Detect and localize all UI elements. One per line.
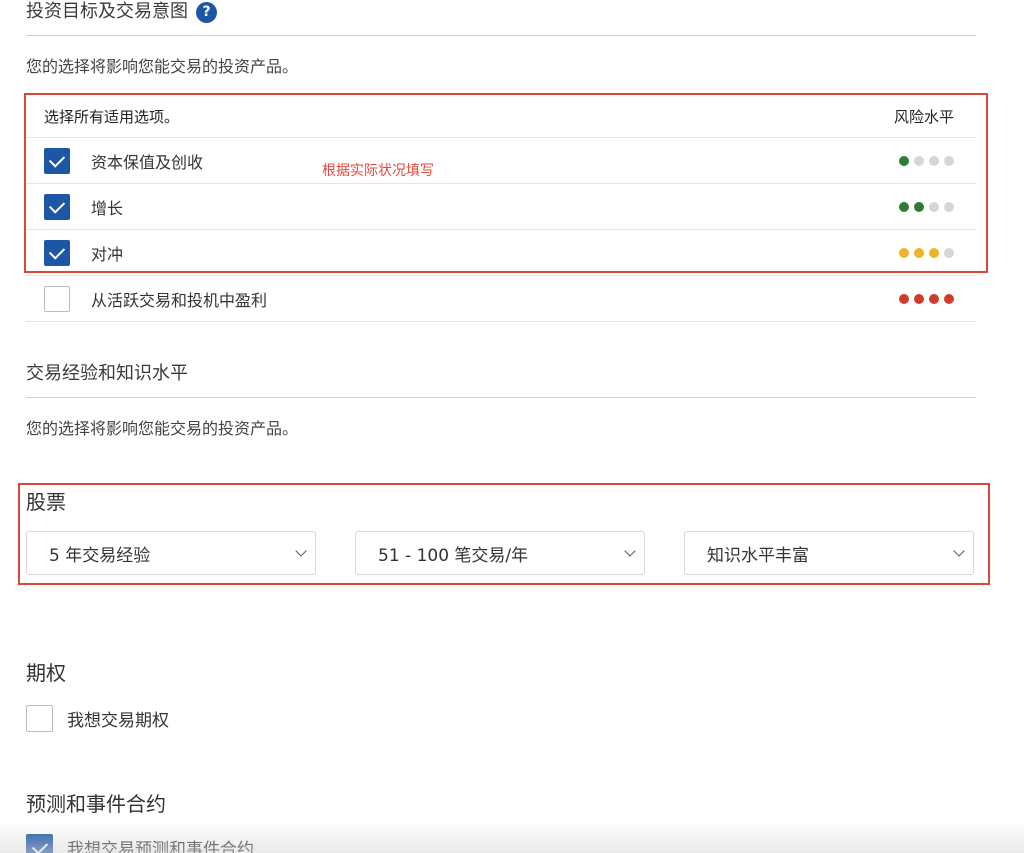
objectives-options-list: 选择所有适用选项。 风险水平 资本保值及创收 增长对冲从活跃交易和投机中盈利 [26, 95, 976, 322]
objective-row[interactable]: 资本保值及创收 [26, 138, 976, 184]
stocks-trades-value: 51 - 100 笔交易/年 [378, 545, 529, 566]
objective-checkbox[interactable] [44, 147, 70, 174]
objectives-section-title: 投资目标及交易意图 ? [26, 0, 217, 24]
chevron-down-icon [295, 545, 307, 557]
risk-dot [944, 201, 954, 212]
experience-divider [26, 397, 976, 398]
risk-dot [944, 293, 954, 304]
check-icon [48, 150, 66, 168]
check-icon [48, 242, 66, 260]
prediction-checkbox-label: 我想交易预测和事件合约 [67, 840, 254, 853]
options-checkbox[interactable] [26, 705, 53, 732]
prediction-title: 预测和事件合约 [26, 792, 166, 816]
prediction-checkbox-row[interactable]: 我想交易预测和事件合约 [26, 834, 254, 853]
risk-dot [899, 293, 909, 304]
objectives-rows: 资本保值及创收 增长对冲从活跃交易和投机中盈利 [26, 138, 976, 322]
check-icon [48, 196, 66, 214]
risk-dot [914, 155, 924, 166]
risk-level-header: 风险水平 [893, 107, 954, 126]
annotation-note: 根据实际状况填写 [322, 163, 434, 179]
trading-profile-page: 投资目标及交易意图 ? 您的选择将影响您能交易的投资产品。 选择所有适用选项。 … [0, 0, 1024, 853]
stocks-title: 股票 [26, 490, 66, 514]
objective-row[interactable]: 对冲 [26, 230, 976, 276]
risk-dot [899, 247, 909, 258]
objective-label: 资本保值及创收 [91, 152, 204, 172]
stocks-knowledge-select[interactable]: 知识水平丰富 [684, 531, 974, 575]
prediction-checkbox[interactable] [26, 834, 53, 853]
options-checkbox-row[interactable]: 我想交易期权 [26, 705, 169, 732]
risk-dot [899, 201, 909, 212]
objective-label: 增长 [91, 198, 124, 218]
objective-checkbox[interactable] [44, 285, 70, 312]
objective-label: 对冲 [91, 244, 124, 264]
risk-dot [944, 247, 954, 258]
risk-dot [929, 247, 939, 258]
risk-dot [914, 201, 924, 212]
stocks-knowledge-value: 知识水平丰富 [707, 545, 809, 566]
help-icon[interactable]: ? [196, 1, 217, 23]
objective-label: 从活跃交易和投机中盈利 [91, 290, 268, 310]
experience-description: 您的选择将影响您能交易的投资产品。 [26, 419, 299, 438]
stocks-years-select[interactable]: 5 年交易经验 [26, 531, 316, 575]
risk-level-indicator [899, 201, 954, 212]
risk-level-indicator [899, 155, 954, 166]
stocks-trades-select[interactable]: 51 - 100 笔交易/年 [355, 531, 645, 575]
objectives-divider [26, 35, 976, 36]
select-all-hint: 选择所有适用选项。 [44, 107, 180, 126]
risk-dot [929, 201, 939, 212]
objective-checkbox[interactable] [44, 239, 70, 266]
chevron-down-icon [953, 545, 965, 557]
experience-section-title: 交易经验和知识水平 [26, 363, 188, 384]
options-title: 期权 [26, 661, 66, 685]
objective-checkbox[interactable] [44, 193, 70, 220]
objective-row[interactable]: 从活跃交易和投机中盈利 [26, 276, 976, 322]
risk-dot [929, 293, 939, 304]
objective-row[interactable]: 增长 [26, 184, 976, 230]
chevron-down-icon [624, 545, 636, 557]
stocks-years-value: 5 年交易经验 [49, 545, 151, 566]
risk-dot [914, 247, 924, 258]
check-icon [31, 837, 48, 853]
objectives-title-text: 投资目标及交易意图 [26, 1, 188, 22]
risk-dot [914, 293, 924, 304]
risk-level-indicator [899, 247, 954, 258]
objectives-description: 您的选择将影响您能交易的投资产品。 [26, 57, 299, 76]
risk-dot [929, 155, 939, 166]
risk-dot [944, 155, 954, 166]
options-checkbox-label: 我想交易期权 [67, 711, 169, 731]
objectives-list-header: 选择所有适用选项。 风险水平 [26, 95, 976, 138]
risk-dot [899, 155, 909, 166]
risk-level-indicator [899, 293, 954, 304]
